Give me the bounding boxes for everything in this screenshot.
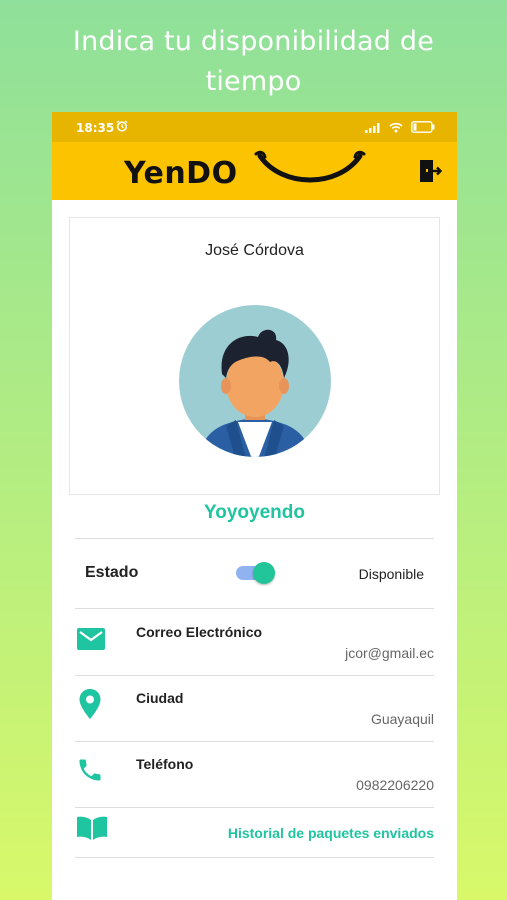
phone-icon	[79, 759, 101, 781]
city-label: Ciudad	[136, 690, 184, 706]
phone-screen: 18:35 YenDO José Córdova Yoyoyendo Estad…	[52, 112, 457, 900]
book-icon	[77, 816, 107, 840]
availability-toggle[interactable]	[234, 560, 276, 586]
exit-door-icon[interactable]	[417, 158, 443, 184]
phone-label: Teléfono	[136, 756, 194, 772]
status-time: 18:35	[76, 121, 115, 135]
divider	[75, 608, 434, 609]
profile-name: José Córdova	[205, 242, 304, 259]
mail-icon	[77, 628, 105, 650]
email-label: Correo Electrónico	[136, 624, 263, 640]
status-value: Disponible	[358, 566, 424, 582]
status-label: Estado	[85, 564, 139, 581]
divider	[75, 675, 434, 676]
city-value: Guayaquil	[370, 711, 434, 727]
status-bar: 18:35	[52, 112, 457, 142]
alarm-icon	[116, 120, 128, 135]
divider	[75, 538, 434, 539]
app-logo: YenDO	[124, 156, 238, 191]
history-link[interactable]: Historial de paquetes enviados	[228, 825, 434, 841]
divider	[75, 857, 434, 858]
logo-smile-icon	[254, 150, 366, 183]
promo-headline: Indica tu disponibilidad de tiempo	[0, 22, 507, 102]
phone-value: 0982206220	[356, 777, 434, 793]
system-icons	[365, 121, 435, 136]
email-value: jcor@gmail.ec	[345, 645, 434, 661]
profile-nickname: Yoyoyendo	[204, 502, 305, 523]
location-pin-icon	[79, 689, 101, 719]
divider	[75, 741, 434, 742]
profile-card: José Córdova	[69, 217, 440, 495]
promo-headline-line2: tiempo	[205, 66, 302, 97]
promo-headline-line1: Indica tu disponibilidad de	[72, 26, 435, 57]
battery-icon	[411, 121, 435, 136]
toggle-knob	[253, 562, 275, 584]
avatar[interactable]	[178, 304, 332, 467]
divider	[75, 807, 434, 808]
wifi-icon	[389, 122, 403, 136]
signal-icon	[365, 122, 381, 136]
app-bar: YenDO	[52, 142, 457, 200]
